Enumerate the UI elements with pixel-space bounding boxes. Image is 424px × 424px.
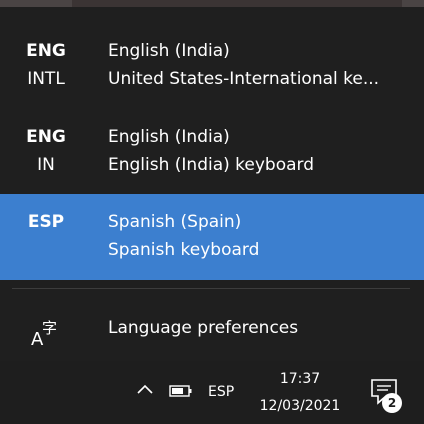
- chevron-up-icon[interactable]: [136, 383, 154, 395]
- language-name: Spanish (Spain): [108, 212, 242, 232]
- battery-icon[interactable]: [169, 385, 193, 397]
- input-indicator[interactable]: ESP: [208, 383, 234, 401]
- language-preferences-label: Language preferences: [108, 318, 299, 338]
- taskbar: ESP 17:37 12/03/2021 2: [0, 361, 424, 424]
- language-name: English (India): [108, 41, 230, 61]
- language-item-eng-in[interactable]: ENG IN English (India) English (India) k…: [0, 109, 424, 195]
- language-code: ESP: [27, 212, 65, 232]
- language-preferences-icon: A 字: [31, 319, 57, 348]
- keyboard-name: Spanish keyboard: [108, 240, 260, 260]
- notification-count-badge: 2: [382, 393, 402, 413]
- divider: [12, 288, 410, 289]
- clock-date[interactable]: 12/03/2021: [250, 397, 350, 415]
- language-item-eng-intl[interactable]: ENG INTL English (India) United States-I…: [0, 23, 424, 109]
- language-code: ENG: [26, 127, 66, 147]
- language-sub-code: INTL: [27, 69, 65, 89]
- svg-text:字: 字: [42, 319, 57, 337]
- language-code: ENG: [26, 41, 66, 61]
- keyboard-name: United States-International ke...: [108, 69, 380, 89]
- clock-time[interactable]: 17:37: [250, 370, 350, 388]
- keyboard-name: English (India) keyboard: [108, 155, 315, 175]
- input-language-flyout: ENG INTL English (India) United States-I…: [0, 7, 424, 361]
- language-sub-code: IN: [37, 155, 55, 175]
- language-preferences-link[interactable]: A 字 Language preferences: [0, 297, 424, 359]
- language-item-esp[interactable]: ESP Spanish (Spain) Spanish keyboard: [0, 194, 424, 280]
- language-name: English (India): [108, 127, 230, 147]
